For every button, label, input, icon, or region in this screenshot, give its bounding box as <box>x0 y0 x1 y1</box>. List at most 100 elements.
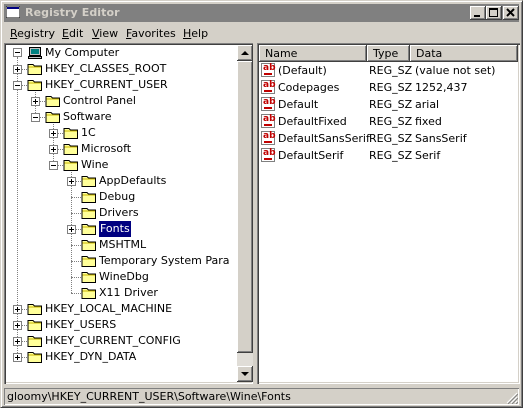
tree-item[interactable]: HKEY_LOCAL_MACHINE <box>4 301 234 317</box>
value-row[interactable]: ab DefaultSansSerif REG_SZ SansSerif <box>259 130 518 147</box>
tree-vertical-scrollbar[interactable] <box>237 45 253 382</box>
folder-icon <box>27 78 43 92</box>
value-type: REG_SZ <box>369 115 413 128</box>
folder-icon <box>81 174 97 188</box>
values-list-pane[interactable]: Name Type Data ab (Default) REG_SZ (value n… <box>257 43 520 384</box>
folder-icon <box>81 238 97 252</box>
tree-item[interactable]: 1C <box>4 125 234 141</box>
expand-icon[interactable] <box>13 305 22 314</box>
collapse-icon[interactable] <box>31 113 40 122</box>
string-value-icon: ab <box>261 148 276 162</box>
value-row[interactable]: ab DefaultSerif REG_SZ Serif <box>259 147 518 164</box>
tree-item[interactable]: HKEY_USERS <box>4 317 234 333</box>
tree-item-label: HKEY_CLASSES_ROOT <box>45 62 167 75</box>
tree-item[interactable]: X11 Driver <box>4 285 234 301</box>
tree-item-label: Wine <box>81 158 109 171</box>
key-tree-pane[interactable]: My Computer HKEY_CLASSES_ROOT HKEY_CURRENT… <box>4 43 253 384</box>
maximize-button[interactable] <box>486 6 502 20</box>
tree-item-label: MSHTML <box>99 238 147 251</box>
menu-registry[interactable]: Registry <box>10 27 55 40</box>
scroll-down-button[interactable] <box>237 366 253 382</box>
window-title: Registry Editor <box>25 6 120 19</box>
tree-item-label-selected: Fonts <box>98 220 132 238</box>
string-value-icon: ab <box>261 80 276 94</box>
expand-icon[interactable] <box>13 321 22 330</box>
tree-item[interactable]: Temporary System Para <box>4 253 234 269</box>
column-header-data[interactable]: Data <box>410 45 518 62</box>
value-type: REG_SZ <box>369 98 413 111</box>
expand-icon[interactable] <box>31 97 40 106</box>
minimize-button[interactable] <box>470 6 486 20</box>
tree-item-label: HKEY_LOCAL_MACHINE <box>45 302 173 315</box>
tree-item[interactable]: HKEY_CLASSES_ROOT <box>4 61 234 77</box>
tree-item[interactable]: Debug <box>4 189 234 205</box>
menu-view[interactable]: View <box>92 27 118 40</box>
value-name: Codepages <box>278 81 340 94</box>
close-button[interactable] <box>503 6 519 20</box>
scroll-up-button[interactable] <box>237 45 253 61</box>
close-icon <box>506 8 515 17</box>
tree-item[interactable]: Control Panel <box>4 93 234 109</box>
value-type: REG_SZ <box>369 81 413 94</box>
folder-icon <box>63 158 79 172</box>
tree-item[interactable]: AppDefaults <box>4 173 234 189</box>
tree-item[interactable]: Drivers <box>4 205 234 221</box>
folder-icon <box>27 334 43 348</box>
column-header-name[interactable]: Name <box>259 45 367 62</box>
tree-item[interactable]: Software <box>4 109 234 125</box>
value-data: SansSerif <box>415 132 467 145</box>
computer-icon <box>27 46 43 60</box>
menu-edit[interactable]: Edit <box>62 27 83 40</box>
expand-icon[interactable] <box>67 225 76 234</box>
tree-item-label: Drivers <box>99 206 139 219</box>
tree-item-label: X11 Driver <box>99 286 158 299</box>
collapse-icon[interactable] <box>13 81 22 90</box>
tree-item[interactable]: MSHTML <box>4 237 234 253</box>
expand-icon[interactable] <box>13 337 22 346</box>
value-row[interactable]: ab (Default) REG_SZ (value not set) <box>259 62 518 79</box>
status-bar: gloomy\HKEY_CURRENT_USER\Software\Wine\F… <box>4 388 519 405</box>
tree-item[interactable]: HKEY_DYN_DATA <box>4 349 234 365</box>
tree-item[interactable]: Wine <box>4 157 234 173</box>
value-row[interactable]: ab Codepages REG_SZ 1252,437 <box>259 79 518 96</box>
expand-icon[interactable] <box>49 129 58 138</box>
folder-icon <box>63 142 79 156</box>
tree-item[interactable]: HKEY_CURRENT_CONFIG <box>4 333 234 349</box>
status-path: gloomy\HKEY_CURRENT_USER\Software\Wine\F… <box>7 390 291 403</box>
tree-item[interactable]: Microsoft <box>4 141 234 157</box>
string-value-icon: ab <box>261 114 276 128</box>
tree-item-label: Software <box>63 110 112 123</box>
menu-help[interactable]: Help <box>183 27 208 40</box>
tree-item-label: HKEY_CURRENT_CONFIG <box>45 334 181 347</box>
menu-favorites[interactable]: Favorites <box>126 27 176 40</box>
value-row[interactable]: ab DefaultFixed REG_SZ fixed <box>259 113 518 130</box>
collapse-icon[interactable] <box>49 161 58 170</box>
folder-icon <box>81 286 97 300</box>
value-name: Default <box>278 98 319 111</box>
arrow-down-icon <box>241 372 249 376</box>
expand-icon[interactable] <box>13 65 22 74</box>
scroll-thumb[interactable] <box>237 61 253 353</box>
tree-item[interactable]: Fonts <box>4 220 234 238</box>
folder-icon <box>27 62 43 76</box>
value-data: arial <box>415 98 440 111</box>
value-data: (value not set) <box>415 64 496 77</box>
value-data: fixed <box>415 115 442 128</box>
folder-icon <box>45 110 61 124</box>
expand-icon[interactable] <box>49 145 58 154</box>
collapse-icon[interactable] <box>13 48 22 57</box>
resize-grip-icon[interactable] <box>506 392 518 404</box>
column-header-type[interactable]: Type <box>367 45 410 62</box>
value-name: DefaultFixed <box>278 115 347 128</box>
expand-icon[interactable] <box>67 177 76 186</box>
expand-icon[interactable] <box>13 353 22 362</box>
value-row[interactable]: ab Default REG_SZ arial <box>259 96 518 113</box>
title-bar[interactable]: Registry Editor <box>4 4 519 22</box>
tree-item-label: Microsoft <box>81 142 132 155</box>
tree-item[interactable]: HKEY_CURRENT_USER <box>4 77 234 93</box>
folder-icon <box>81 190 97 204</box>
minimize-icon <box>474 15 480 17</box>
tree-item-label: Debug <box>99 190 136 203</box>
string-value-icon: ab <box>261 131 276 145</box>
tree-item[interactable]: WineDbg <box>4 269 234 285</box>
